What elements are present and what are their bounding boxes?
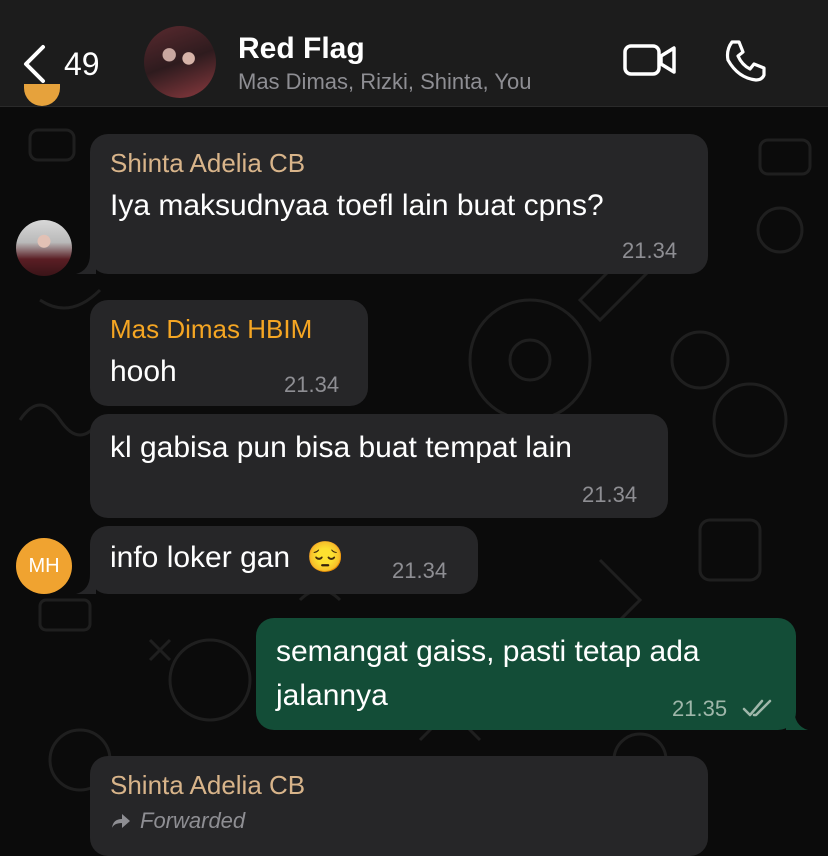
message-text: kl gabisa pun bisa buat tempat lain (110, 431, 572, 464)
chat-members[interactable]: Mas Dimas, Rizki, Shinta, You (238, 69, 531, 95)
forwarded-text: Forwarded (140, 808, 246, 833)
forwarded-label: Forwarded (110, 808, 245, 834)
chat-title[interactable]: Red Flag (238, 32, 365, 66)
message-bubble[interactable]: kl gabisa pun bisa buat tempat lain 21.3… (90, 414, 668, 518)
video-call-icon[interactable] (622, 40, 678, 80)
message-line: semangat gaiss, pasti tetap ada (276, 635, 700, 668)
phone-icon[interactable] (722, 38, 768, 84)
message-bubble[interactable]: Mas Dimas HBIM hooh 21.34 (90, 300, 368, 406)
message-time: 21.34 (284, 372, 340, 397)
message-text: info loker gan 😔 (110, 536, 344, 580)
message-text: semangat gaiss, pasti tetap ada jalannya (276, 630, 700, 718)
message-line: jalannya (276, 679, 388, 712)
sender-name: Shinta Adelia CB (110, 770, 306, 800)
forward-icon (112, 814, 130, 828)
chevron-left-icon (24, 45, 45, 83)
message-time: 21.34 (622, 238, 678, 263)
message-text: Iya maksudnyaa toefl lain buat cpns? (110, 189, 604, 222)
sender-name: Shinta Adelia CB (110, 148, 306, 178)
message-bubble[interactable]: info loker gan 😔 21.34 (90, 526, 478, 594)
message-bubble[interactable]: Shinta Adelia CB Iya maksudnyaa toefl la… (90, 134, 708, 274)
group-avatar[interactable] (144, 26, 216, 98)
unread-count: 49 (64, 45, 100, 82)
back-button[interactable]: 49 (22, 40, 100, 88)
avatar[interactable]: MH (16, 538, 72, 594)
message-text-content: info loker gan (110, 541, 291, 574)
bubble-tail (786, 708, 808, 730)
chat-header: 49 Red Flag Mas Dimas, Rizki, Shinta, Yo… (0, 0, 828, 107)
bubble-tail (76, 574, 96, 594)
sender-name: Mas Dimas HBIM (110, 314, 313, 344)
message-bubble[interactable]: Shinta Adelia CB Forwarded (90, 756, 708, 856)
message-time: 21.34 (392, 558, 448, 583)
avatar-initials: MH (28, 554, 60, 577)
bubble-tail (76, 254, 96, 274)
message-bubble-outgoing[interactable]: semangat gaiss, pasti tetap ada jalannya… (256, 618, 796, 730)
avatar[interactable] (16, 220, 72, 276)
read-receipt-icon (742, 699, 772, 717)
pensive-face-emoji: 😔 (306, 541, 344, 574)
message-time: 21.35 (672, 696, 728, 721)
message-time: 21.34 (582, 482, 638, 507)
message-text: hooh (110, 355, 177, 388)
